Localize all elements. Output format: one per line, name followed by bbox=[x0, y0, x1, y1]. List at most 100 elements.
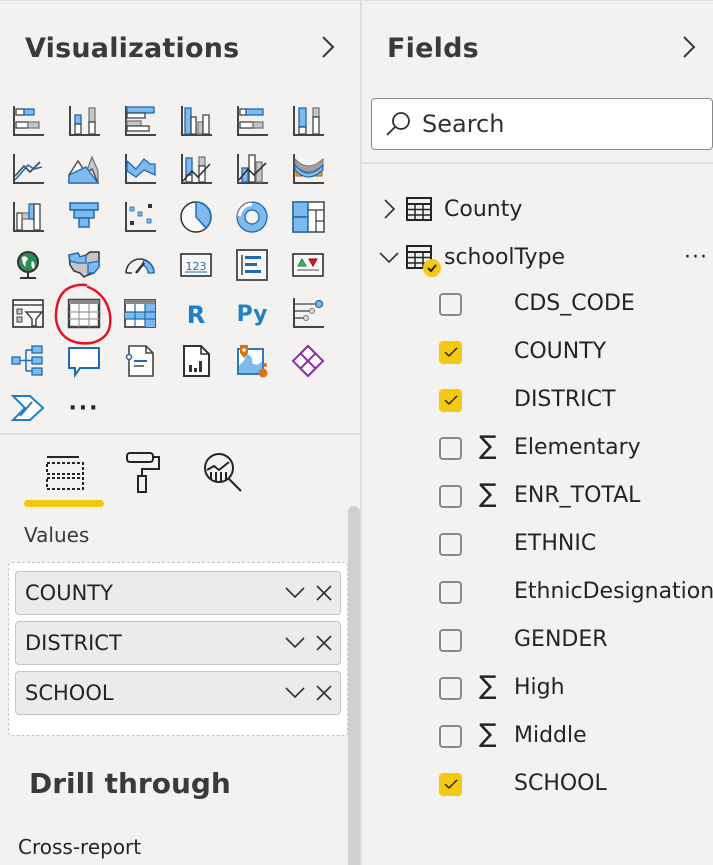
power-apps-icon[interactable] bbox=[288, 341, 328, 381]
scatter-chart-icon[interactable] bbox=[120, 197, 160, 237]
checkbox-checked[interactable] bbox=[439, 389, 462, 412]
100-stacked-bar-chart-icon[interactable] bbox=[232, 101, 272, 141]
donut-chart-icon[interactable] bbox=[232, 197, 272, 237]
scrollbar[interactable] bbox=[348, 506, 360, 865]
stacked-column-chart-icon[interactable] bbox=[64, 101, 104, 141]
field-item[interactable]: COUNTY bbox=[362, 333, 713, 373]
search-icon bbox=[386, 112, 410, 136]
field-item[interactable]: SCHOOL bbox=[362, 765, 713, 805]
line-and-stacked-column-chart-icon[interactable] bbox=[176, 149, 216, 189]
checkbox[interactable] bbox=[439, 725, 462, 748]
chevron-down-icon[interactable] bbox=[282, 630, 308, 656]
area-chart-icon[interactable] bbox=[64, 149, 104, 189]
funnel-icon[interactable] bbox=[64, 197, 104, 237]
chevron-down-icon[interactable] bbox=[378, 246, 400, 268]
field-item[interactable]: ∑ Middle bbox=[362, 717, 713, 757]
paginated-report-icon[interactable] bbox=[176, 341, 216, 381]
checkbox[interactable] bbox=[439, 293, 462, 316]
stacked-area-chart-icon[interactable] bbox=[120, 149, 160, 189]
search-box[interactable] bbox=[371, 98, 713, 150]
waterfall-chart-icon[interactable] bbox=[8, 197, 48, 237]
fields-well-icon bbox=[46, 456, 84, 490]
power-automate-icon[interactable] bbox=[8, 388, 48, 428]
azure-map-icon[interactable] bbox=[232, 341, 272, 381]
clustered-column-chart-icon[interactable] bbox=[176, 101, 216, 141]
decomposition-tree-icon[interactable] bbox=[8, 341, 48, 381]
cross-report-label: Cross-report bbox=[18, 835, 142, 859]
checkbox[interactable] bbox=[439, 533, 462, 556]
line-chart-icon[interactable] bbox=[8, 149, 48, 189]
chevron-right-icon[interactable] bbox=[318, 34, 338, 60]
in-use-check-badge-icon bbox=[423, 259, 441, 277]
checkbox[interactable] bbox=[439, 629, 462, 652]
clustered-bar-chart-icon[interactable] bbox=[120, 101, 160, 141]
table-icon[interactable] bbox=[64, 293, 104, 333]
checkbox[interactable] bbox=[439, 485, 462, 508]
map-icon[interactable] bbox=[8, 245, 48, 285]
analytics-tab[interactable] bbox=[199, 448, 249, 498]
table-name: County bbox=[444, 196, 523, 222]
field-item[interactable]: ∑ High bbox=[362, 669, 713, 709]
chevron-down-icon[interactable] bbox=[282, 680, 308, 706]
field-item[interactable]: ∑ Elementary bbox=[362, 429, 713, 469]
table-node-schooltype[interactable]: schoolType ··· bbox=[362, 237, 713, 277]
checkbox-checked[interactable] bbox=[439, 341, 462, 364]
chevron-right-icon[interactable] bbox=[679, 34, 699, 60]
table-node-county[interactable]: County bbox=[362, 189, 713, 229]
python-visual-icon[interactable]: Py bbox=[232, 293, 272, 333]
card-icon[interactable]: 123 bbox=[176, 245, 216, 285]
filled-map-icon[interactable] bbox=[64, 245, 104, 285]
more-visuals-icon[interactable]: ··· bbox=[64, 388, 104, 428]
multi-row-card-icon[interactable] bbox=[232, 245, 272, 285]
close-icon[interactable] bbox=[311, 680, 337, 706]
close-icon[interactable] bbox=[311, 630, 337, 656]
value-field-pill[interactable]: DISTRICT bbox=[15, 621, 341, 665]
treemap-icon[interactable] bbox=[288, 197, 328, 237]
line-and-clustered-column-chart-icon[interactable] bbox=[232, 149, 272, 189]
checkbox[interactable] bbox=[439, 581, 462, 604]
fields-tab[interactable] bbox=[39, 448, 89, 498]
kpi-icon[interactable] bbox=[288, 245, 328, 285]
field-name: CDS_CODE bbox=[514, 291, 635, 316]
field-name: Middle bbox=[514, 723, 587, 748]
field-item[interactable]: CDS_CODE bbox=[362, 285, 713, 325]
checkbox-checked[interactable] bbox=[439, 773, 462, 796]
fields-title: Fields bbox=[387, 33, 479, 64]
checkmark-icon bbox=[444, 395, 457, 405]
qna-icon[interactable] bbox=[64, 341, 104, 381]
matrix-icon[interactable] bbox=[120, 293, 160, 333]
format-tab[interactable] bbox=[118, 448, 168, 498]
smart-narrative-icon[interactable] bbox=[120, 341, 160, 381]
field-item[interactable]: ETHNIC bbox=[362, 525, 713, 565]
chevron-right-icon[interactable] bbox=[378, 198, 400, 220]
pie-chart-icon[interactable] bbox=[176, 197, 216, 237]
fields-pane: Fields County schoolType ··· CDS_CODE bbox=[362, 1, 713, 865]
value-field-pill[interactable]: SCHOOL bbox=[15, 671, 341, 715]
chevron-down-icon[interactable] bbox=[282, 580, 308, 606]
100-stacked-column-chart-icon[interactable] bbox=[288, 101, 328, 141]
checkbox[interactable] bbox=[439, 437, 462, 460]
field-name: DISTRICT bbox=[514, 387, 616, 412]
sigma-icon: ∑ bbox=[479, 479, 497, 509]
svg-text:Py: Py bbox=[237, 302, 268, 327]
close-icon[interactable] bbox=[311, 580, 337, 606]
more-options-icon[interactable]: ··· bbox=[684, 245, 708, 270]
slicer-icon[interactable] bbox=[8, 293, 48, 333]
stacked-bar-chart-icon[interactable] bbox=[8, 101, 48, 141]
field-name: GENDER bbox=[514, 627, 608, 652]
values-well[interactable]: COUNTY DISTRICT SCHOOL bbox=[8, 562, 348, 736]
value-field-pill[interactable]: COUNTY bbox=[15, 571, 341, 615]
checkbox[interactable] bbox=[439, 677, 462, 700]
key-influencers-icon[interactable] bbox=[288, 293, 328, 333]
field-item[interactable]: GENDER bbox=[362, 621, 713, 661]
analytics-magnifier-icon bbox=[204, 453, 242, 492]
field-item[interactable]: DISTRICT bbox=[362, 381, 713, 421]
search-input[interactable] bbox=[422, 110, 702, 138]
gauge-icon[interactable] bbox=[120, 245, 160, 285]
checkmark-icon bbox=[444, 347, 457, 357]
field-item[interactable]: ∑ ENR_TOTAL bbox=[362, 477, 713, 517]
r-script-visual-icon[interactable]: R bbox=[176, 293, 216, 333]
drill-through-title: Drill through bbox=[29, 767, 231, 800]
field-item[interactable]: EthnicDesignation bbox=[362, 573, 713, 613]
ribbon-chart-icon[interactable] bbox=[288, 149, 328, 189]
